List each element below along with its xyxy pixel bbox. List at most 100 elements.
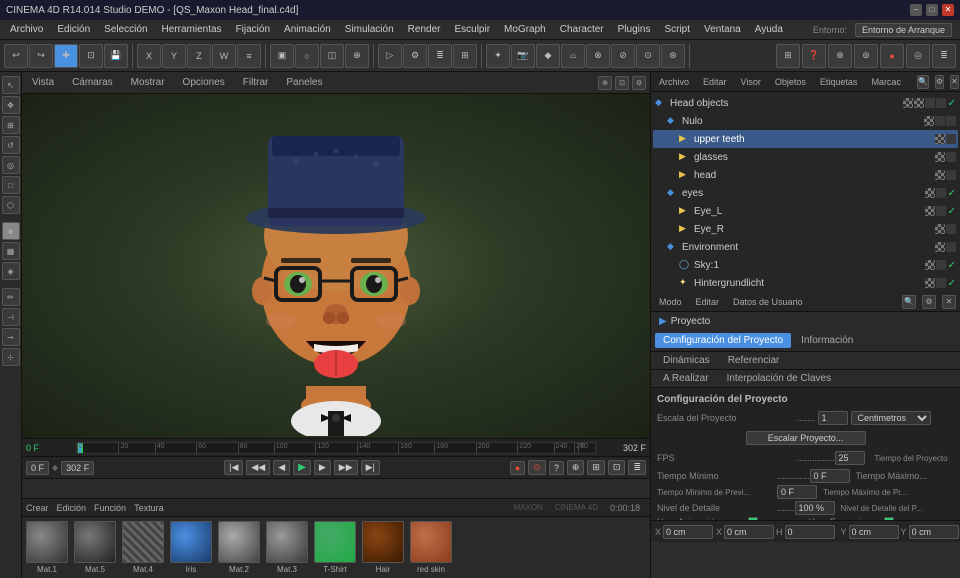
record-button[interactable]: ●: [880, 44, 904, 68]
props-options1[interactable]: ⚙: [922, 295, 936, 309]
vp-frame[interactable]: ⊡: [615, 76, 629, 90]
ruler-track[interactable]: 0 20 40 60 80 100 120 140 160 180 200 22…: [76, 442, 596, 454]
fps-input[interactable]: [835, 451, 865, 465]
dot2[interactable]: [946, 170, 956, 180]
minimize-button[interactable]: –: [910, 4, 922, 16]
obj-tb-marcac[interactable]: Marcac: [867, 76, 905, 88]
render-picture-viewer[interactable]: ⊞: [453, 44, 477, 68]
material-item-mat2[interactable]: Mat.2: [218, 521, 260, 574]
model-mode[interactable]: ▣: [270, 44, 294, 68]
play-button[interactable]: ▶: [293, 460, 311, 475]
tab-referenciar[interactable]: Referenciar: [720, 353, 788, 368]
material-item-tshirt[interactable]: T-Shirt: [314, 521, 356, 574]
knife-tool[interactable]: ⊸: [2, 328, 20, 346]
props-options2[interactable]: ✕: [942, 295, 956, 309]
dot1[interactable]: [935, 170, 945, 180]
rotate-button[interactable]: Z: [187, 44, 211, 68]
poly-select[interactable]: ⬡: [2, 196, 20, 214]
material-item-iris[interactable]: Iris: [170, 521, 212, 574]
dyn-button[interactable]: ⊕: [828, 44, 852, 68]
redo-button[interactable]: ↪: [29, 44, 53, 68]
prev-key-button[interactable]: ◀: [273, 460, 290, 475]
coord-x-input[interactable]: [663, 525, 713, 539]
dot1[interactable]: [925, 206, 935, 216]
obj-search[interactable]: 🔍: [917, 75, 929, 89]
material-tool[interactable]: ◈: [2, 262, 20, 280]
light-button[interactable]: ✦: [486, 44, 510, 68]
auto-key[interactable]: ⊙: [528, 460, 546, 475]
deformer-button[interactable]: ⊘: [611, 44, 635, 68]
dot1[interactable]: [935, 152, 945, 162]
menu-plugins[interactable]: Plugins: [612, 22, 657, 37]
tab-paneles[interactable]: Paneles: [280, 75, 328, 90]
t-min-prev-input[interactable]: [777, 485, 817, 499]
render-queue-button[interactable]: ≣: [428, 44, 452, 68]
menu-character[interactable]: Character: [554, 22, 610, 37]
obj-tb-visor[interactable]: Visor: [737, 76, 765, 88]
obj-row-glasses[interactable]: ▶ glasses: [653, 148, 958, 166]
weld-button[interactable]: W: [212, 44, 236, 68]
next-key-button[interactable]: ▶: [314, 460, 331, 475]
tab-mostrar[interactable]: Mostrar: [125, 75, 171, 90]
obj-row-eyes[interactable]: ◆ eyes ✓: [653, 184, 958, 202]
tab-arealizar[interactable]: A Realizar: [655, 371, 717, 386]
dot3[interactable]: [946, 116, 956, 126]
tab-opciones[interactable]: Opciones: [177, 75, 231, 90]
null-button[interactable]: ◆: [536, 44, 560, 68]
props-datos[interactable]: Datos de Usuario: [729, 296, 807, 308]
material-item-mat3[interactable]: Mat.3: [266, 521, 308, 574]
close-button[interactable]: ✕: [942, 4, 954, 16]
obj-tb-archivo[interactable]: Archivo: [655, 76, 693, 88]
mat-tab-edicion[interactable]: Edición: [57, 503, 87, 513]
menu-ventana[interactable]: Ventana: [698, 22, 747, 37]
maximize-button[interactable]: □: [926, 4, 938, 16]
dot2[interactable]: [935, 116, 945, 126]
dot2[interactable]: [946, 224, 956, 234]
dot2[interactable]: [946, 134, 956, 144]
coord-y2-input[interactable]: [909, 525, 959, 539]
menu-edicion[interactable]: Edición: [51, 22, 96, 37]
dot2[interactable]: [936, 188, 946, 198]
menu-ayuda[interactable]: Ayuda: [749, 22, 789, 37]
key-tool4[interactable]: ≣: [628, 460, 646, 475]
frame-end-display[interactable]: 302 F: [61, 461, 94, 475]
props-editar[interactable]: Editar: [692, 296, 724, 308]
vp-settings[interactable]: ⚙: [632, 76, 646, 90]
dyn2-button[interactable]: ⊚: [854, 44, 878, 68]
escala-input[interactable]: [818, 411, 848, 425]
menu-seleccion[interactable]: Selección: [98, 22, 153, 37]
tab-config-proyecto[interactable]: Configuración del Proyecto: [655, 333, 791, 348]
render-view-button[interactable]: ▷: [378, 44, 402, 68]
key-tool2[interactable]: ⊞: [587, 460, 605, 475]
menu-esculpir[interactable]: Esculpir: [448, 22, 496, 37]
dot3[interactable]: [925, 98, 935, 108]
melt-tool[interactable]: ⊹: [2, 348, 20, 366]
timeline-ruler[interactable]: 0 F 0 20 40 60 80 100 120 140 160 180 20…: [22, 439, 650, 457]
t-min-input[interactable]: [810, 469, 850, 483]
tab-interpolacion[interactable]: Interpolación de Claves: [719, 371, 840, 386]
timeline-button[interactable]: ≣: [932, 44, 956, 68]
obj-tb-etiquetas[interactable]: Etiquetas: [816, 76, 862, 88]
dot2[interactable]: [946, 152, 956, 162]
live-select[interactable]: ◎: [2, 156, 20, 174]
key-tool3[interactable]: ⊡: [608, 460, 626, 475]
obj-row-head-objects[interactable]: ◆ Head objects ✓: [653, 94, 958, 112]
tab-dinamicas[interactable]: Dinámicas: [655, 353, 718, 368]
scale-tool[interactable]: ⊞: [2, 116, 20, 134]
obj-row-sky1[interactable]: ◯ Sky:1 ✓: [653, 256, 958, 274]
next-frame-button[interactable]: ▶▶: [334, 460, 358, 475]
mograph-button[interactable]: ⊙: [636, 44, 660, 68]
obj-row-nulo[interactable]: ◆ Nulo: [653, 112, 958, 130]
object-list[interactable]: ◆ Head objects ✓ ◆ Nulo: [651, 92, 960, 292]
menu-archivo[interactable]: Archivo: [4, 22, 49, 37]
move-tool[interactable]: ✥: [2, 96, 20, 114]
object-mode[interactable]: ○: [295, 44, 319, 68]
paint-tool[interactable]: ✏: [2, 288, 20, 306]
dot4[interactable]: [936, 98, 946, 108]
material-item-mat1[interactable]: Mat.1: [26, 521, 68, 574]
gradient-tool[interactable]: ▦: [2, 242, 20, 260]
props-search[interactable]: 🔍: [902, 295, 916, 309]
obj-tb-editar[interactable]: Editar: [699, 76, 731, 88]
box-select[interactable]: □: [2, 176, 20, 194]
open-button[interactable]: ⊡: [79, 44, 103, 68]
